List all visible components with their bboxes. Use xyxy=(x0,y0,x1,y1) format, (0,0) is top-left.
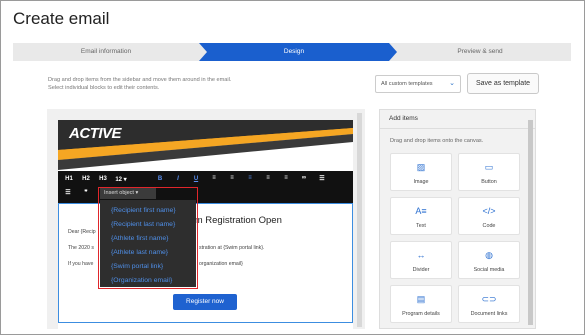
add-item-program-details[interactable]: ▤ Program details xyxy=(390,285,452,323)
italic-button[interactable]: I xyxy=(172,176,184,182)
add-item-code-label: Code xyxy=(482,223,496,229)
add-item-divider-label: Divider xyxy=(412,267,430,273)
globe-icon: ◍ xyxy=(485,250,493,260)
heading-3-button[interactable]: H3 xyxy=(97,176,109,182)
template-select-value: All custom templates xyxy=(381,81,433,87)
add-items-subtitle: Drag and drop items onto the canvas. xyxy=(390,138,484,144)
add-item-social-media-label: Social media xyxy=(473,267,505,273)
add-item-image[interactable]: ▨ Image xyxy=(390,153,452,191)
font-size-value: 12 xyxy=(115,177,122,183)
panel-scrollbar[interactable] xyxy=(528,120,533,325)
add-item-divider[interactable]: ↔ Divider xyxy=(390,241,452,279)
step-email-information[interactable]: Email information xyxy=(13,43,199,61)
helper-line-2: Select individual blocks to edit their c… xyxy=(48,85,160,91)
body-line-2: The 2020 s xyxy=(68,245,94,251)
add-item-text[interactable]: A≡ Text xyxy=(390,197,452,235)
body-line-3: stration at {Swim portal link}. xyxy=(199,245,265,251)
add-item-image-label: Image xyxy=(413,179,429,185)
body-line-4: If you have xyxy=(68,261,94,267)
step-design[interactable]: Design xyxy=(199,43,389,61)
bullet-list-icon[interactable]: ☰ xyxy=(62,189,74,196)
add-item-program-details-label: Program details xyxy=(402,311,440,317)
align-left-icon[interactable]: ≡ xyxy=(208,175,220,181)
heading-1-button[interactable]: H1 xyxy=(63,176,75,182)
body-line-1: Dear {Recip xyxy=(68,229,96,235)
add-item-document-links-label: Document links xyxy=(470,311,508,317)
editor-scrollbar[interactable] xyxy=(357,113,362,327)
list-icon[interactable]: ☰ xyxy=(316,175,328,182)
menu-item-swim-portal-link[interactable]: {Swim portal link} xyxy=(111,263,163,270)
program-icon: ▤ xyxy=(416,294,426,304)
align-right-icon[interactable]: ≡ xyxy=(244,175,256,181)
menu-item-recipient-last-name[interactable]: {Recipient last name} xyxy=(111,221,175,228)
divider-icon: ↔ xyxy=(416,250,426,260)
active-logo: ACTIVE xyxy=(69,125,122,142)
quote-icon[interactable]: ❞ xyxy=(80,189,92,196)
button-icon: ▭ xyxy=(484,162,494,172)
register-now-button[interactable]: Register now xyxy=(173,294,237,310)
code-icon: </> xyxy=(482,206,496,216)
add-item-button[interactable]: ▭ Button xyxy=(458,153,520,191)
justify-icon[interactable]: ≡ xyxy=(262,175,274,181)
chevron-down-icon: ⌄ xyxy=(449,80,455,87)
add-items-title: Add items xyxy=(379,109,536,129)
heading-2-button[interactable]: H2 xyxy=(80,176,92,182)
body-line-5: organization email} xyxy=(199,261,243,267)
menu-item-athlete-last-name[interactable]: {Athlete last name} xyxy=(111,249,168,256)
indent-icon[interactable]: ≡ xyxy=(280,175,292,181)
text-icon: A≡ xyxy=(415,206,427,216)
link-icon: ⊂⊃ xyxy=(481,294,497,304)
image-icon: ▨ xyxy=(416,162,426,172)
add-item-text-label: Text xyxy=(416,223,426,229)
font-size-select[interactable]: 12 ▾ xyxy=(115,176,127,183)
helper-line-1: Drag and drop items from the sidebar and… xyxy=(48,77,232,83)
template-select[interactable]: All custom templates ⌄ xyxy=(375,75,461,93)
add-item-social-media[interactable]: ◍ Social media xyxy=(458,241,520,279)
underline-button[interactable]: U xyxy=(190,176,202,182)
menu-item-athlete-first-name[interactable]: {Athlete first name} xyxy=(111,235,168,242)
bold-button[interactable]: B xyxy=(154,176,166,182)
save-as-template-button[interactable]: Save as template xyxy=(467,73,539,94)
add-item-document-links[interactable]: ⊂⊃ Document links xyxy=(458,285,520,323)
page-title: Create email xyxy=(13,9,110,28)
step-preview-send[interactable]: Preview & send xyxy=(389,43,571,61)
menu-item-recipient-first-name[interactable]: {Recipient first name} xyxy=(111,207,176,214)
add-item-code[interactable]: </> Code xyxy=(458,197,520,235)
stepper: Email information Design Preview & send xyxy=(13,43,571,61)
menu-item-organization-email[interactable]: {Organization email} xyxy=(111,277,172,284)
add-item-button-label: Button xyxy=(481,179,497,185)
link-icon[interactable]: ∞ xyxy=(298,175,310,181)
helper-text: Drag and drop items from the sidebar and… xyxy=(48,76,231,92)
align-center-icon[interactable]: ≡ xyxy=(226,175,238,181)
